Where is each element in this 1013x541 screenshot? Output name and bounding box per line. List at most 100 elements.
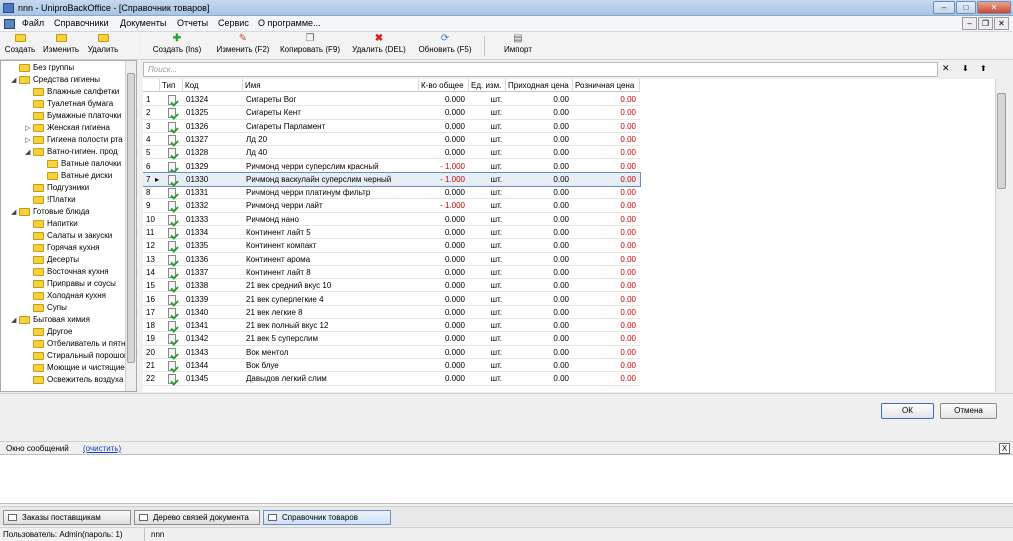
search-input[interactable]: Поиск... (143, 62, 938, 77)
tree-node[interactable]: Влажные салфетки (25, 86, 119, 98)
table-row[interactable]: 2 01325 Сигареты Кент 0.000 шт. 0.00 0.00 (143, 106, 640, 120)
table-row[interactable]: 12 01335 Континент компакт 0.000 шт. 0.00 0.00 (143, 239, 640, 253)
maximize-button[interactable]: □ (956, 1, 976, 14)
menu-about[interactable]: О программе... (258, 18, 321, 28)
column-header-purchase-price[interactable]: Приходная цена (506, 79, 573, 92)
close-button[interactable]: ✕ (977, 1, 1011, 14)
table-row[interactable]: 9 01332 Ричмонд черри лайт - 1.000 шт. 0.00 0.… (143, 199, 640, 213)
tree-create-button[interactable]: Создать (3, 34, 37, 58)
tree-node[interactable]: ▷ Женская гигиена (25, 122, 110, 134)
tree-node[interactable]: ◢ Бытовая химия (11, 314, 90, 326)
tree-node[interactable]: Восточная кухня (25, 266, 109, 278)
tree-node[interactable]: Моющие и чистящие (25, 362, 125, 374)
tree-node[interactable]: ◢ Готовые блюда (11, 206, 90, 218)
menu-file[interactable]: Файл (22, 18, 44, 28)
table-row[interactable]: 3 01326 Сигареты Парламент 0.000 шт. 0.00 0.00 (143, 120, 640, 133)
table-row[interactable]: 22 01345 Давыдов легкий слим 0.000 шт. 0.00 0.… (143, 372, 640, 386)
clear-search-icon[interactable]: ✕ (942, 63, 950, 74)
tree-node[interactable]: Салаты и закуски (25, 230, 112, 242)
tree-delete-button[interactable]: Удалить (85, 34, 121, 58)
menu-documents[interactable]: Документы (120, 18, 166, 28)
mdi-minimize-button[interactable]: – (962, 17, 977, 30)
tree-node[interactable]: ◢ Средства гигиены (11, 74, 100, 86)
table-row[interactable]: 16 01339 21 век суперлегкие 4 0.000 шт. 0.00 0… (143, 293, 640, 306)
tree-node[interactable]: Горячая кухня (25, 242, 99, 254)
tree-node[interactable]: Приправы и соусы (25, 278, 116, 290)
taskbar-window-button[interactable]: Справочник товаров (263, 510, 391, 525)
tree-expander-icon[interactable]: ◢ (11, 207, 19, 219)
table-row[interactable]: 20 01343 Вок ментол 0.000 шт. 0.00 0.00 (143, 346, 640, 359)
column-header-retail-price[interactable]: Розничная цена (573, 79, 640, 92)
cell-name: 21 век 5 суперслим (246, 334, 318, 344)
tree-node[interactable]: Отбеливатель и пятно (25, 338, 130, 350)
table-row[interactable]: 15 01338 21 век средний вкус 10 0.000 шт. 0.0… (143, 279, 640, 293)
tree-expander-icon[interactable]: ◢ (25, 147, 33, 159)
taskbar-window-button[interactable]: Заказы поставщикам (3, 510, 131, 525)
tree-expander-icon[interactable]: ◢ (11, 75, 19, 87)
table-row[interactable]: 7 ▸ 01330 Ричмонд васкулайн суперслим черны… (143, 171, 641, 188)
tree-node[interactable]: Без группы (11, 62, 74, 74)
tree-node[interactable]: Освежитель воздуха (25, 374, 123, 386)
table-row[interactable]: 10 01333 Ричмонд нано 0.000 шт. 0.00 0.00 (143, 213, 640, 226)
column-header-code[interactable]: Код (183, 79, 243, 92)
tree-node[interactable]: ▷ Гигиена полости рта (25, 134, 123, 146)
table-row[interactable]: 18 01341 21 век полный вкус 12 0.000 шт. 0.00… (143, 319, 640, 333)
table-row[interactable]: 11 01334 Континент лайт 5 0.000 шт. 0.00 0.00 (143, 226, 640, 240)
tree-node[interactable]: !Платки (25, 194, 76, 206)
grid-scroll-thumb[interactable] (997, 93, 1006, 189)
menu-reports[interactable]: Отчеты (177, 18, 208, 28)
mdi-restore-button[interactable]: ❐ (978, 17, 993, 30)
tree-node[interactable]: Подгузники (25, 182, 89, 194)
table-row[interactable]: 6 01329 Ричмонд черри суперслим красный - 1… (143, 160, 640, 173)
tree-node[interactable]: ◢ Ватно-гигиен. прод (25, 146, 118, 158)
search-prev-icon[interactable]: ⬆ (980, 64, 987, 73)
ok-button[interactable]: ОК (881, 403, 934, 419)
table-row[interactable]: 21 01344 Вок блуе 0.000 шт. 0.00 0.00 (143, 359, 640, 373)
tree-node[interactable]: Супы (25, 302, 67, 314)
column-header-type[interactable]: Тип (160, 79, 183, 92)
tree-node[interactable]: Десерты (25, 254, 79, 266)
minimize-button[interactable]: – (933, 1, 955, 14)
refresh-button[interactable]: ⟳ Обновить (F5) (415, 34, 475, 58)
table-row[interactable]: 17 01340 21 век легкие 8 0.000 шт. 0.00 0.00 (143, 306, 640, 320)
tree-node[interactable]: Ватные диски (39, 170, 112, 182)
cancel-button[interactable]: Отмена (940, 403, 997, 419)
tree-node[interactable]: Холодная кухня (25, 290, 106, 302)
table-row[interactable]: 5 01328 Лд 40 0.000 шт. 0.00 0.00 (143, 146, 640, 160)
table-row[interactable]: 8 01331 Ричмонд черри платинум фильтр 0.000… (143, 186, 640, 200)
menu-references[interactable]: Справочники (54, 18, 109, 28)
grid-scrollbar[interactable] (995, 79, 1007, 392)
import-button[interactable]: ▤ Импорт (498, 34, 538, 58)
tree-scrollbar[interactable] (125, 61, 136, 391)
tree-node[interactable]: Туалетная бумага (25, 98, 113, 110)
table-row[interactable]: 14 01337 Континент лайт 8 0.000 шт. 0.00 0.00 (143, 266, 640, 280)
column-header-qty[interactable]: К-во общее (419, 79, 469, 92)
column-header-unit[interactable]: Ед. изм. (469, 79, 506, 92)
cell-code: 01327 (186, 134, 209, 144)
table-row[interactable]: 13 01336 Континент арома 0.000 шт. 0.00 0.00 (143, 253, 640, 266)
table-row[interactable]: 1 01324 Сигареты Вог 0.000 шт. 0.00 0.00 (143, 93, 640, 107)
tree-node[interactable]: Бумажные платочки (25, 110, 121, 122)
tree-node[interactable]: Ватные палочки (39, 158, 121, 170)
clear-messages-link[interactable]: (очистить) (83, 444, 121, 453)
table-row[interactable]: 4 01327 Лд 20 0.000 шт. 0.00 0.00 (143, 133, 640, 147)
menu-service[interactable]: Сервис (218, 18, 249, 28)
edit-button[interactable]: ✎ Изменить (F2) (214, 34, 272, 58)
tree-scroll-thumb[interactable] (127, 73, 135, 363)
create-button[interactable]: ✚ Создать (Ins) (147, 34, 207, 58)
tree-expander-icon[interactable]: ◢ (11, 315, 19, 327)
column-header-name[interactable]: Имя (243, 79, 419, 92)
cell-retail-price: 0.00 (620, 108, 636, 118)
search-next-icon[interactable]: ⬇ (962, 64, 969, 73)
taskbar-window-button[interactable]: Дерево связей документа (134, 510, 260, 525)
tree-node[interactable]: Другое (25, 326, 72, 338)
tree-edit-button[interactable]: Изменить (42, 34, 80, 58)
mdi-close-button[interactable]: ✕ (994, 17, 1009, 30)
copy-button[interactable]: ❐ Копировать (F9) (277, 34, 343, 58)
table-row[interactable]: 19 01342 21 век 5 суперслим 0.000 шт. 0.00 0.0… (143, 332, 640, 346)
tree-node[interactable]: Напитки (25, 218, 78, 230)
mdi-child-icon[interactable] (4, 19, 15, 29)
delete-button[interactable]: ✖ Удалить (DEL) (349, 34, 409, 58)
tree-node[interactable]: Стиральный порошок (25, 350, 128, 362)
close-messages-button[interactable]: X (999, 443, 1010, 454)
